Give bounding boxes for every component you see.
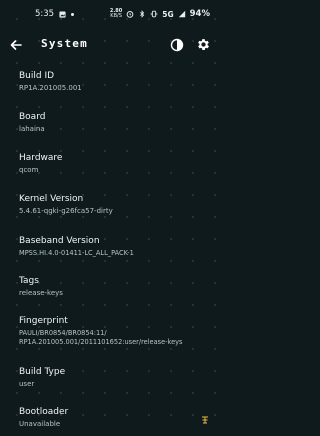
item-label: Bootloader <box>19 407 69 417</box>
item-label: Kernel Version <box>19 194 84 204</box>
item-label: Fingerprint <box>19 316 68 326</box>
app-bar: System <box>0 30 218 62</box>
item-value: release-keys <box>19 289 63 297</box>
list-item-build-type[interactable]: Build Type user <box>19 367 214 389</box>
half-circle-icon[interactable] <box>170 38 184 52</box>
item-value-line2: RP1A.201005.001/2011101652:user/release-… <box>19 338 183 346</box>
network-speed: 2.80 KB/S <box>110 9 122 19</box>
item-label: Baseband Version <box>19 236 100 246</box>
item-value: user <box>19 380 35 388</box>
item-value: RP1A.201005.001 <box>19 84 82 92</box>
list-item-board[interactable]: Board lahaina <box>19 112 214 134</box>
item-label: Tags <box>19 276 39 286</box>
image-notification-icon <box>59 10 66 18</box>
battery-level: 94% <box>189 9 210 19</box>
chinese-char-badge-icon <box>202 416 208 424</box>
net-speed-unit: KB/S <box>110 13 122 19</box>
item-label: Build Type <box>19 367 66 377</box>
signal-icon <box>178 10 185 18</box>
item-label: Board <box>19 112 46 122</box>
status-right: 2.80 KB/S 5G 94% <box>110 9 210 20</box>
list-item-fingerprint[interactable]: Fingerprint PAULI/BR0854/BR0854:11/ RP1A… <box>19 316 214 347</box>
list-item-kernel-version[interactable]: Kernel Version 5.4.61-qgki-g26fca57-dirt… <box>19 194 214 216</box>
list-item-build-id[interactable]: Build ID RP1A.201005.001 <box>19 71 214 93</box>
vibrate-icon <box>151 10 158 18</box>
item-label: Hardware <box>19 153 63 163</box>
item-label: Build ID <box>19 71 55 81</box>
alarm-icon <box>126 11 134 18</box>
network-type: 5G <box>162 9 174 19</box>
item-value: 5.4.61-qgki-g26fca57-dirty <box>19 207 113 215</box>
bluetooth-icon <box>140 10 145 18</box>
arrow-left-icon[interactable] <box>9 38 23 52</box>
list-item-bootloader[interactable]: Bootloader Unavailable <box>19 407 214 429</box>
item-value: qcom <box>19 166 39 174</box>
item-value: Unavailable <box>19 420 61 428</box>
gear-icon[interactable] <box>196 37 211 52</box>
item-value: lahaina <box>19 125 45 133</box>
notification-dot-icon <box>71 12 75 16</box>
item-value: MPSS.HI.4.0-01411-LC_ALL_PACK-1 <box>19 249 134 257</box>
status-bar: 5:35 2.80 KB/S 5G 94% <box>0 0 218 28</box>
status-left: 5:35 <box>35 9 75 19</box>
item-value: PAULI/BR0854/BR0854:11/ <box>19 329 107 337</box>
list-item-tags[interactable]: Tags release-keys <box>19 276 214 298</box>
list-item-baseband-version[interactable]: Baseband Version MPSS.HI.4.0-01411-LC_AL… <box>19 236 214 258</box>
page-title: System <box>41 37 88 50</box>
list-item-hardware[interactable]: Hardware qcom <box>19 153 214 175</box>
status-time: 5:35 <box>35 9 55 19</box>
